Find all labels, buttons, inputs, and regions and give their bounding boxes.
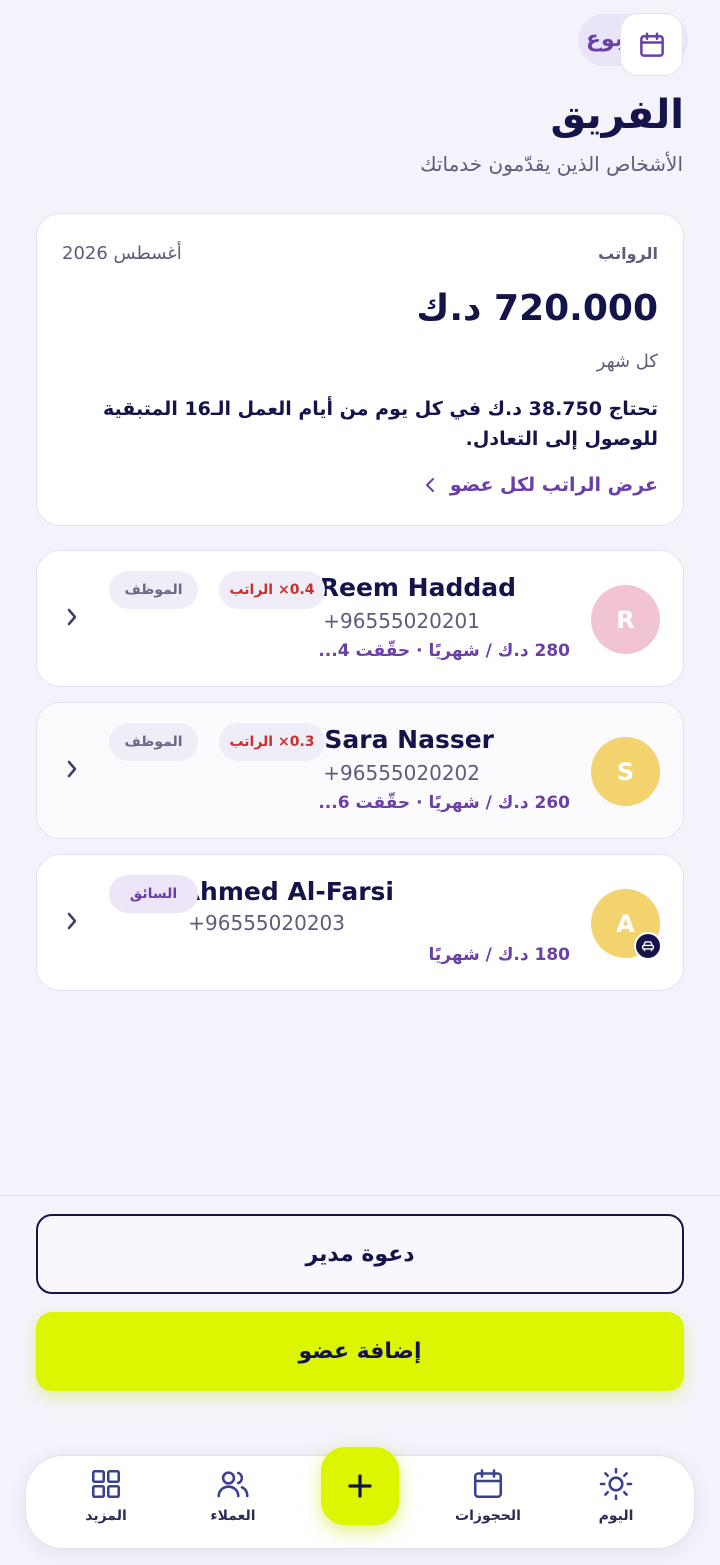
plus-icon <box>348 1474 372 1498</box>
member-pay: 260 د.ك / شهريًا · حقّقت 6... <box>318 793 570 813</box>
users-icon <box>217 1471 249 1498</box>
salary-card: الرواتب أغسطس 2026 720.000 د.ك كل شهر تح… <box>36 213 684 526</box>
member-card[interactable]: R Reem Haddad +96555020201 280 د.ك / شهر… <box>36 550 684 687</box>
add-button[interactable] <box>321 1447 399 1525</box>
salary-amount: 720.000 د.ك <box>416 288 658 329</box>
add-member-button[interactable]: إضافة عضو <box>36 1312 684 1391</box>
sun-icon <box>599 1467 633 1501</box>
nav-label-today: اليوم <box>598 1508 634 1524</box>
invite-manager-button[interactable]: دعوة مدير <box>36 1214 684 1294</box>
chevron-right-icon <box>67 760 77 778</box>
avatar: S <box>591 737 660 806</box>
avatar: A <box>591 889 662 960</box>
nav-item-more[interactable]: المزيد <box>61 1466 151 1542</box>
divider <box>0 1195 720 1196</box>
member-name: Sara Nasser <box>324 725 494 754</box>
avatar-initial: A <box>616 909 635 938</box>
calendar-icon <box>473 1469 503 1499</box>
member-name: Ahmed Al-Farsi <box>180 877 394 906</box>
salary-multiplier-badge: 0.3× الراتب <box>219 723 325 761</box>
invite-manager-label: دعوة مدير <box>305 1241 415 1267</box>
grid-icon <box>91 1469 121 1499</box>
salary-period: كل شهر <box>596 351 658 372</box>
nav-label-bookings: الحجوزات <box>455 1508 521 1524</box>
add-member-label: إضافة عضو <box>298 1339 422 1364</box>
page-subtitle: الأشخاص الذين يقدّمون خدماتك <box>420 152 683 176</box>
chevron-right-icon <box>67 608 77 626</box>
member-phone: +96555020201 <box>323 609 480 633</box>
salary-multiplier-badge: 0.4× الراتب <box>219 571 325 609</box>
view-salary-link-label: عرض الراتب لكل عضو <box>449 474 658 496</box>
chevron-left-icon <box>425 478 434 492</box>
avatar-initial: S <box>616 757 635 786</box>
salary-month: أغسطس 2026 <box>62 243 182 264</box>
member-card[interactable]: A Ahmed Al-Farsi +96555020203 180 د.ك / … <box>36 854 684 991</box>
calendar-icon <box>639 32 664 57</box>
nav-item-today[interactable]: اليوم <box>571 1466 661 1542</box>
avatar: R <box>591 585 660 654</box>
page-title: الفريق <box>550 92 684 138</box>
role-badge: الموظف <box>109 571 198 609</box>
role-badge: الموظف <box>109 723 198 761</box>
salary-label: الرواتب <box>598 244 658 263</box>
role-badge: السائق <box>109 875 198 913</box>
salary-note: تحتاج 38.750 د.ك في كل يوم من أيام العمل… <box>102 398 658 450</box>
car-icon <box>642 941 654 952</box>
nav-item-bookings[interactable]: الحجوزات <box>443 1466 533 1542</box>
member-phone: +96555020203 <box>188 911 345 935</box>
nav-label-more: المزيد <box>85 1508 127 1524</box>
chevron-right-icon <box>67 912 77 930</box>
nav-item-clients[interactable]: العملاء <box>188 1466 278 1542</box>
nav-label-clients: العملاء <box>210 1508 256 1524</box>
member-pay: 180 د.ك / شهريًا <box>428 945 570 965</box>
view-salary-per-member-link[interactable]: عرض الراتب لكل عضو <box>424 474 658 496</box>
member-card[interactable]: S Sara Nasser +96555020202 260 د.ك / شهر… <box>36 702 684 839</box>
member-name: Reem Haddad <box>319 573 516 602</box>
member-phone: +96555020202 <box>323 761 480 785</box>
member-pay: 280 د.ك / شهريًا · حقّقت 4... <box>318 641 570 661</box>
calendar-button[interactable] <box>620 13 683 76</box>
driver-badge <box>634 932 662 960</box>
avatar-initial: R <box>616 605 635 634</box>
